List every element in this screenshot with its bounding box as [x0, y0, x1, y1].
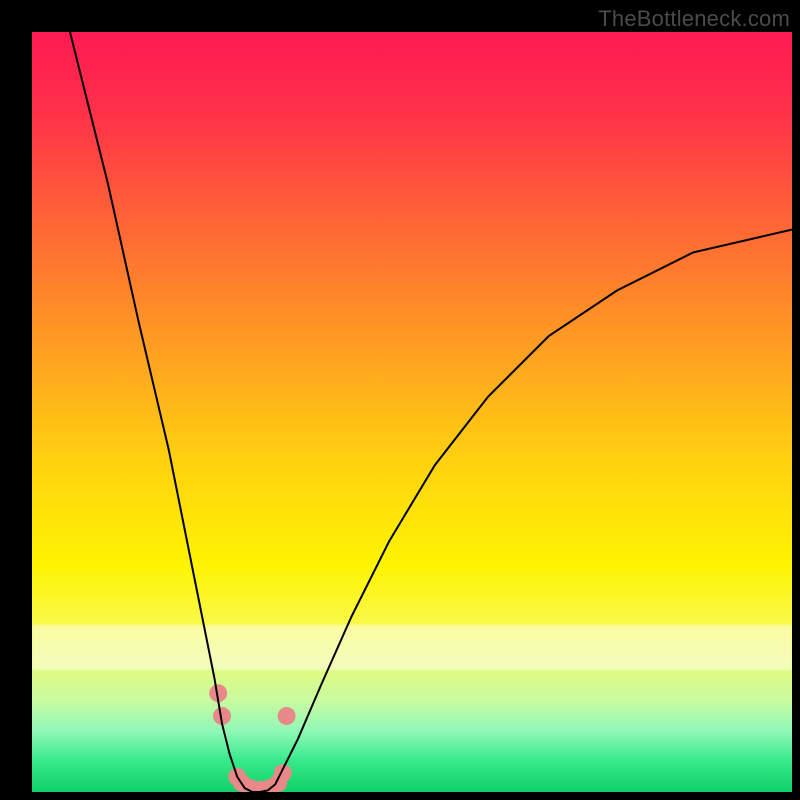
- chart-svg: [32, 32, 792, 792]
- data-marker: [278, 707, 296, 725]
- data-marker: [274, 764, 292, 782]
- watermark-text: TheBottleneck.com: [598, 6, 790, 32]
- marker-group: [209, 684, 295, 792]
- plot-area: [32, 32, 792, 792]
- curve-path: [70, 32, 792, 792]
- chart-frame: TheBottleneck.com: [0, 0, 800, 800]
